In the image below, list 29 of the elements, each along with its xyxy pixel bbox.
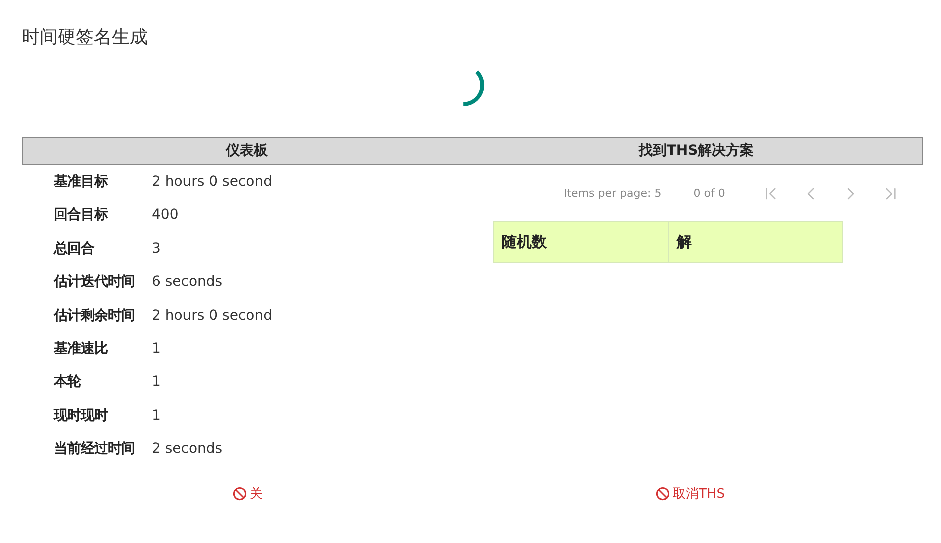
stat-value: 3 — [152, 240, 161, 259]
stat-label: 当前经过时间 — [54, 440, 136, 460]
column-header: 随机数 — [494, 222, 669, 262]
stat-value: 400 — [152, 206, 179, 226]
items-per-page-label: Items per page: 5 — [564, 186, 662, 202]
stat-value: 6 seconds — [152, 273, 223, 292]
page-range: 0 of 0 — [694, 186, 726, 202]
stat-value: 2 hours 0 second — [152, 173, 272, 192]
stat-label: 基准速比 — [54, 340, 109, 359]
stat-label: 回合目标 — [54, 206, 110, 226]
stat-label: 估计剩余时间 — [54, 306, 136, 326]
ban-icon — [233, 487, 247, 502]
stat-value: 2 hours 0 second — [152, 306, 272, 326]
stat-value: 2 seconds — [152, 440, 223, 460]
dashboard-heading: 仪表板 — [226, 142, 268, 160]
stat-value: 1 — [152, 373, 161, 392]
stat-label: 现时现时 — [54, 406, 110, 426]
dialog-title: 时间硬签名生成 — [22, 26, 148, 50]
stat-label: 本轮 — [54, 373, 82, 392]
stat-label: 估计迭代时间 — [54, 273, 136, 292]
solutions-heading: 找到THS解决方案 — [638, 142, 754, 160]
stat-value: 1 — [152, 406, 161, 426]
stat-value: 1 — [152, 340, 161, 359]
close-button[interactable]: 关 — [225, 480, 271, 508]
stat-label: 总回合 — [54, 240, 96, 259]
cancel-button[interactable]: 取消THS — [648, 480, 733, 508]
ban-icon — [656, 487, 670, 502]
stat-label: 基准目标 — [54, 173, 110, 192]
column-header: 解 — [676, 232, 693, 253]
